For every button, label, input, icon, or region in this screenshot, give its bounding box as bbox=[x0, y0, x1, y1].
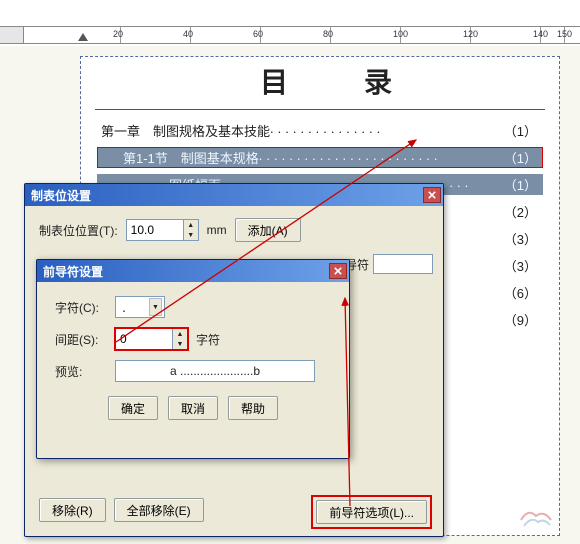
toc-text: 第1-1节 制图基本规格 bbox=[123, 148, 259, 167]
dropdown-icon[interactable]: ▼ bbox=[149, 298, 162, 316]
toc-row[interactable]: 第1-1节 制图基本规格........................（1） bbox=[97, 147, 543, 168]
tab-dialog-title: 制表位设置 bbox=[31, 187, 91, 204]
spin-up-icon[interactable]: ▲ bbox=[184, 220, 198, 230]
watermark-icon bbox=[516, 500, 556, 536]
char-label: 字符(C): bbox=[55, 299, 107, 316]
tab-pos-spinner[interactable]: ▲ ▼ bbox=[126, 219, 199, 241]
fill-input[interactable] bbox=[373, 254, 433, 274]
tab-pos-label: 制表位位置(T): bbox=[39, 222, 118, 239]
toc-page: （2） bbox=[504, 202, 537, 221]
char-value: . bbox=[122, 299, 126, 315]
gap-unit: 字符 bbox=[196, 331, 220, 348]
spin-down-icon[interactable]: ▼ bbox=[184, 230, 198, 240]
toc-row[interactable]: 第一章 制图规格及基本技能...............（1） bbox=[97, 120, 543, 141]
toc-page: （6） bbox=[504, 283, 537, 302]
close-icon bbox=[334, 267, 342, 275]
leader-dialog-title: 前导符设置 bbox=[43, 263, 103, 280]
toc-page: （9） bbox=[504, 310, 537, 329]
char-select[interactable]: . ▼ bbox=[115, 296, 165, 318]
preview-box: a ......................b bbox=[115, 360, 315, 382]
spin-down-icon[interactable]: ▼ bbox=[173, 339, 187, 349]
add-button[interactable]: 添加(A) bbox=[235, 218, 301, 242]
doc-title: 目 录 bbox=[81, 57, 559, 107]
close-button[interactable] bbox=[329, 263, 347, 279]
tab-dialog-titlebar[interactable]: 制表位设置 bbox=[25, 184, 443, 206]
preview-label: 预览: bbox=[55, 363, 107, 380]
leader-dialog: 前导符设置 字符(C): . ▼ 间距(S): ▲ ▼ 字符 预览: bbox=[36, 259, 350, 459]
leader-options-highlight: 前导符选项(L)... bbox=[314, 498, 429, 526]
gap-input[interactable] bbox=[115, 328, 173, 350]
horizontal-ruler[interactable]: 20 40 60 80 100 120 140 150 bbox=[0, 26, 580, 44]
help-button[interactable]: 帮助 bbox=[228, 396, 278, 420]
close-icon bbox=[428, 191, 436, 199]
margin-handle-icon[interactable] bbox=[78, 33, 88, 41]
ok-button[interactable]: 确定 bbox=[108, 396, 158, 420]
title-divider bbox=[95, 109, 545, 110]
toc-text: 第一章 制图规格及基本技能 bbox=[101, 121, 270, 140]
toc-page: （1） bbox=[504, 175, 537, 194]
remove-button[interactable]: 移除(R) bbox=[39, 498, 106, 522]
cancel-button[interactable]: 取消 bbox=[168, 396, 218, 420]
close-button[interactable] bbox=[423, 187, 441, 203]
leader-options-button[interactable]: 前导符选项(L)... bbox=[316, 500, 427, 524]
leader-dialog-titlebar[interactable]: 前导符设置 bbox=[37, 260, 349, 282]
remove-all-button[interactable]: 全部移除(E) bbox=[114, 498, 204, 522]
toc-page: （3） bbox=[504, 256, 537, 275]
unit-label: mm bbox=[207, 223, 227, 237]
toc-page: （3） bbox=[504, 229, 537, 248]
spin-up-icon[interactable]: ▲ bbox=[173, 329, 187, 339]
tab-pos-input[interactable] bbox=[126, 219, 184, 241]
gap-label: 间距(S): bbox=[55, 331, 107, 348]
toc-leader: ........................ bbox=[259, 148, 504, 167]
toc-leader: ............... bbox=[270, 121, 504, 140]
gap-spinner[interactable]: ▲ ▼ bbox=[115, 328, 188, 350]
toc-page: （1） bbox=[504, 148, 537, 167]
toc-page: （1） bbox=[504, 121, 537, 140]
